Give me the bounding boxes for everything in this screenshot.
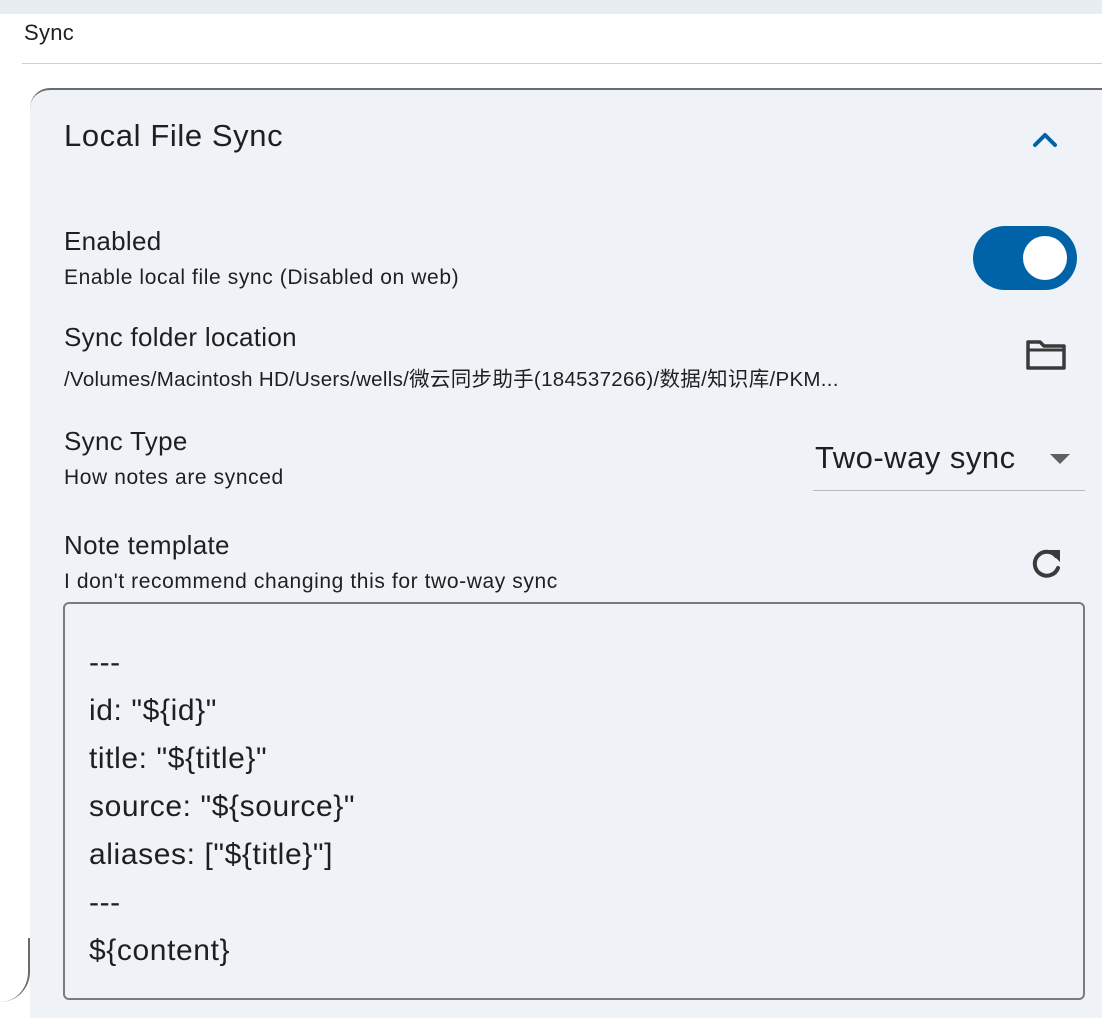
panel-title[interactable]: Local File Sync bbox=[64, 118, 283, 154]
template-line: aliases: ["${title}"] bbox=[89, 838, 334, 871]
sync-type-title: Sync Type bbox=[64, 426, 188, 456]
sync-type-select[interactable]: Two-way sync bbox=[813, 436, 1085, 491]
template-line: ${content} bbox=[89, 934, 231, 967]
caret-down-icon bbox=[1050, 454, 1070, 464]
template-line: title: "${title}" bbox=[89, 742, 268, 775]
chevron-up-icon[interactable] bbox=[1028, 124, 1062, 154]
section-title: Sync bbox=[24, 20, 75, 45]
enabled-toggle[interactable] bbox=[973, 226, 1077, 290]
enabled-description: Enable local file sync (Disabled on web) bbox=[64, 266, 460, 289]
panel-edge bbox=[0, 938, 30, 1002]
left-gutter bbox=[0, 14, 22, 1002]
sync-type-selected: Two-way sync bbox=[815, 440, 1016, 475]
template-line: --- bbox=[89, 646, 121, 679]
template-line: id: "${id}" bbox=[89, 694, 217, 727]
refresh-icon[interactable] bbox=[1026, 544, 1066, 584]
template-line: source: "${source}" bbox=[89, 790, 356, 823]
folder-path: /Volumes/Macintosh HD/Users/wells/微云同步助手… bbox=[64, 368, 839, 391]
template-title: Note template bbox=[64, 530, 230, 560]
folder-icon[interactable] bbox=[1024, 336, 1068, 372]
enabled-title: Enabled bbox=[64, 226, 162, 256]
template-description: I don't recommend changing this for two-… bbox=[64, 570, 558, 593]
section-divider bbox=[22, 63, 1102, 64]
template-line: --- bbox=[89, 886, 121, 919]
sync-type-description: How notes are synced bbox=[64, 466, 284, 489]
toggle-knob bbox=[1023, 236, 1067, 280]
folder-title: Sync folder location bbox=[64, 322, 297, 352]
top-strip bbox=[0, 0, 1102, 14]
note-template-editor[interactable]: --- id: "${id}" title: "${title}" source… bbox=[63, 602, 1085, 1000]
